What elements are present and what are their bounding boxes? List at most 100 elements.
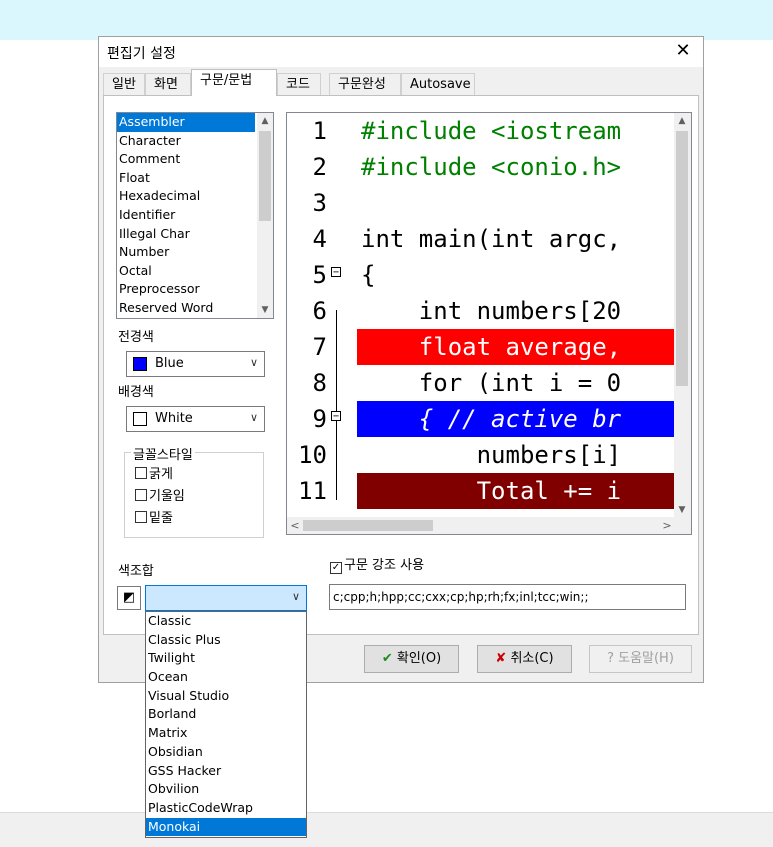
dropdown-option[interactable]: Ocean [146,668,306,687]
code-text: { // active br [361,405,622,433]
color-scheme-dropdown: Classic Classic Plus Twilight Ocean Visual S… [145,611,307,838]
code-line-body: Total += i [357,473,675,509]
list-item[interactable]: Reserved Word [117,299,273,318]
list-scrollbar[interactable]: ▲ ▼ [257,113,273,318]
scroll-left-icon[interactable]: < [287,517,303,534]
syntax-element-list[interactable]: Assembler Character Comment Float Hexadecima… [116,112,274,319]
list-item[interactable]: Identifier [117,206,273,225]
list-item[interactable]: Octal [117,262,273,281]
list-item[interactable]: Hexadecimal [117,187,273,206]
tab-autocomplete[interactable]: 구문완성 [329,73,401,95]
code-line-body: #include <iostream [357,113,675,149]
line-number: 2 [312,153,327,181]
foreground-value: Blue [155,356,184,371]
code-lines: 1 #include <iostream 2 #include <conio.h> 3 4… [287,113,675,518]
line-number: 5 [312,261,327,289]
code-text: { [361,261,376,289]
close-icon[interactable]: ✕ [671,39,695,63]
code-line-body [357,185,675,221]
scroll-right-icon[interactable]: > [659,517,675,534]
editor-vscroll-thumb[interactable] [676,131,688,386]
tab-display[interactable]: 화면 [145,73,191,95]
scroll-down-icon[interactable]: ▼ [257,302,273,318]
fold-toggle-icon[interactable]: − [331,267,341,278]
editor-hscroll-thumb[interactable] [303,520,433,531]
code-line: 4 int main(int argc, [287,221,675,257]
dropdown-option[interactable]: Classic Plus [146,631,306,650]
background-value: White [155,411,193,426]
syntax-highlight-checkbox[interactable]: ✓ 구문 강조 사용 [330,554,424,574]
dropdown-option[interactable]: GSS Hacker [146,762,306,781]
dropdown-option[interactable]: Classic [146,612,306,631]
underline-checkbox[interactable]: 밑줄 [135,507,173,526]
color-scheme-select[interactable]: ∨ [145,585,307,611]
ok-button[interactable]: ✔ 확인(O) [364,645,459,673]
bold-checkbox[interactable]: 굵게 [135,463,173,482]
tab-general[interactable]: 일반 [103,73,145,95]
tab-code[interactable]: 코드 [277,73,321,95]
code-line-body: { [357,257,675,293]
cancel-button[interactable]: ✘ 취소(C) [477,645,572,673]
code-text: numbers[i] [361,441,622,469]
code-line: 11 Total += i [287,473,675,509]
list-item[interactable]: Number [117,243,273,262]
list-item[interactable]: Float [117,169,273,188]
scroll-down-icon[interactable]: ▼ [674,502,690,518]
file-extensions-input[interactable]: c;cpp;h;hpp;cc;cxx;cp;hp;rh;fx;inl;tcc;w… [329,584,686,610]
syntax-tab-panel: Assembler Character Comment Float Hexadecima… [103,95,699,635]
italic-label: 기울임 [149,489,185,504]
foreground-label: 전경색 [118,330,154,345]
dialog-title: 편집기 설정 [107,46,176,62]
tab-autosave[interactable]: Autosave [401,73,475,95]
scroll-up-icon[interactable]: ▲ [257,113,273,129]
syntax-highlight-label: 구문 강조 사용 [344,558,425,573]
editor-vertical-scrollbar[interactable]: ▲ ▼ [674,113,691,518]
code-line: 9− { // active br [287,401,675,437]
list-item[interactable]: Preprocessor [117,280,273,299]
help-button[interactable]: ? 도움말(H) [589,645,692,673]
code-preview[interactable]: 1 #include <iostream 2 #include <conio.h> 3 4… [286,112,692,535]
scrollbar-corner [674,517,691,534]
editor-horizontal-scrollbar[interactable]: < > [287,517,675,534]
underline-label: 밑줄 [149,511,173,526]
dropdown-option[interactable]: Twilight [146,649,306,668]
dropdown-option[interactable]: Monokai [146,817,306,837]
scroll-up-icon[interactable]: ▲ [674,113,690,129]
help-icon: ? [607,651,614,666]
fold-toggle-icon[interactable]: − [331,411,341,422]
list-item[interactable]: Comment [117,150,273,169]
dropdown-option[interactable]: Borland [146,705,306,724]
code-line: 8 for (int i = 0 [287,365,675,401]
list-item[interactable]: Illegal Char [117,225,273,244]
dropdown-option[interactable]: Visual Studio [146,687,306,706]
tab-syntax[interactable]: 구문/문법 [191,69,277,96]
line-number: 8 [312,369,327,397]
code-line: 5− { [287,257,675,293]
list-item[interactable]: Assembler [117,113,255,132]
dropdown-option[interactable]: PlasticCodeWrap [146,799,306,818]
list-item[interactable]: Character [117,132,273,151]
background-color-select[interactable]: White ∨ [126,406,265,432]
cancel-label: 취소(C) [510,651,554,666]
code-line-body: { // active br [357,401,675,437]
dropdown-option[interactable]: Obvilion [146,780,306,799]
scheme-icon[interactable]: ◩ [117,586,141,610]
chevron-down-icon: ∨ [249,411,258,424]
font-style-group: 글꼴스타일 굵게 기울임 밑줄 [124,444,264,538]
background-label: 배경색 [118,385,154,400]
line-number: 7 [312,333,327,361]
dropdown-option[interactable]: Matrix [146,724,306,743]
background-swatch [133,412,147,426]
code-line-body: int main(int argc, [357,221,675,257]
list-scroll-thumb[interactable] [259,131,271,221]
checkbox-check-icon: ✓ [330,562,342,574]
italic-checkbox[interactable]: 기울임 [135,485,185,504]
chevron-down-icon: ∨ [291,590,300,603]
code-line: 2 #include <conio.h> [287,149,675,185]
background-window-top [0,0,773,40]
code-line-body: numbers[i] [357,437,675,473]
foreground-color-select[interactable]: Blue ∨ [126,351,265,377]
dropdown-option[interactable]: Obsidian [146,743,306,762]
line-number: 9 [312,405,327,433]
line-number: 10 [298,441,327,469]
